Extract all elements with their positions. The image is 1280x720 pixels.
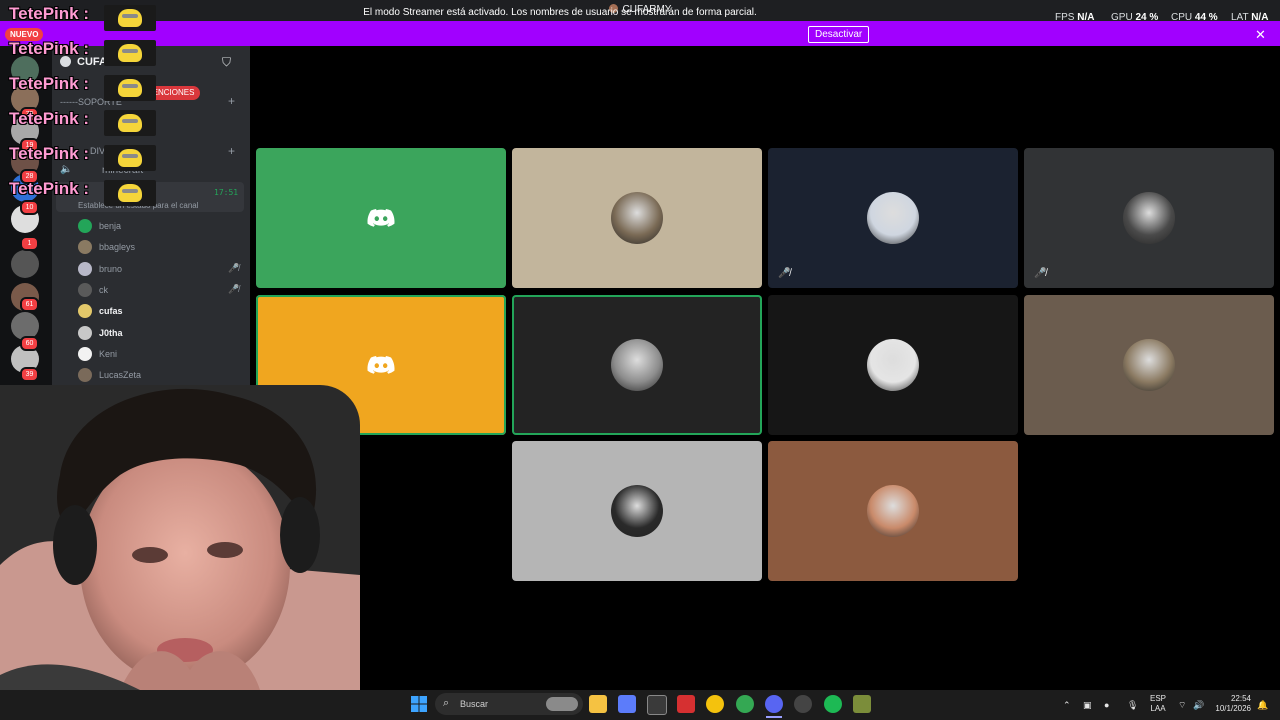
search-highlight-icon xyxy=(546,697,578,711)
participant-avatar xyxy=(867,339,919,391)
participant-tile[interactable] xyxy=(512,441,762,581)
participant-avatar xyxy=(1123,192,1175,244)
muted-icon: 🎤̸ xyxy=(228,283,240,294)
invite-icon[interactable]: ⛉ xyxy=(222,55,231,70)
participant-tile[interactable] xyxy=(1024,295,1274,435)
volume-icon[interactable]: 🔊 xyxy=(1193,700,1204,711)
search-placeholder: Buscar xyxy=(460,699,489,709)
close-icon[interactable]: ✕ xyxy=(1255,27,1266,43)
avatar xyxy=(78,325,92,340)
start-icon[interactable] xyxy=(410,695,428,713)
chat-message: TetePink : xyxy=(9,74,89,93)
unread-badge: 39 xyxy=(20,367,39,382)
tray-chevron-icon[interactable]: ⌃ xyxy=(1063,700,1071,711)
participant-tile[interactable] xyxy=(768,441,1018,581)
unread-badge: 60 xyxy=(20,336,39,351)
unread-badge: 1 xyxy=(20,236,39,251)
minion-emote-icon xyxy=(104,180,156,206)
new-badge: NUEVO xyxy=(5,28,44,41)
store-icon[interactable] xyxy=(647,695,667,715)
voice-timer: 17:51 xyxy=(214,188,239,197)
muted-icon: 🎤̸ xyxy=(778,268,791,279)
member-name: bruno xyxy=(99,263,123,274)
chat-message: TetePink : xyxy=(9,179,89,198)
language-indicator[interactable]: ESP LAA xyxy=(1150,694,1166,714)
chrome-icon[interactable] xyxy=(706,695,724,713)
muted-icon: 🎤̸ xyxy=(228,262,240,273)
participant-tile[interactable] xyxy=(256,148,506,288)
participant-avatar xyxy=(611,339,663,391)
participant-avatar xyxy=(867,192,919,244)
chrome-profile-icon[interactable] xyxy=(736,695,754,713)
avatar xyxy=(78,282,92,297)
member-name: ck xyxy=(99,284,108,295)
tray-app-icon[interactable]: ▣ xyxy=(1083,700,1092,711)
wps-icon[interactable] xyxy=(677,695,695,713)
streamer-mode-banner xyxy=(0,21,1280,46)
app-icon[interactable] xyxy=(853,695,871,713)
discord-logo-icon xyxy=(365,202,397,234)
member-name: benja xyxy=(99,221,122,231)
minion-emote-icon xyxy=(104,40,156,66)
search-icon: ⌕ xyxy=(443,697,450,709)
add-channel-icon[interactable]: + xyxy=(228,94,235,108)
participant-tile[interactable] xyxy=(512,295,762,435)
server-icon[interactable] xyxy=(11,250,39,278)
member-name: Keni xyxy=(99,348,118,359)
tray-app-icon[interactable]: ● xyxy=(1104,700,1109,710)
minion-emote-icon xyxy=(104,75,156,101)
webcam-overlay xyxy=(0,385,360,690)
member-name: bbagleys xyxy=(99,242,136,253)
member-name: J0tha xyxy=(99,327,123,338)
chat-message: TetePink : xyxy=(9,109,89,128)
chat-message: TetePink : xyxy=(9,4,89,23)
discord-taskbar-icon[interactable] xyxy=(765,695,783,713)
spotify-icon[interactable] xyxy=(824,695,842,713)
avatar xyxy=(78,346,92,361)
participant-tile[interactable]: 🎤̸ xyxy=(768,148,1018,288)
member-name: LucasZeta xyxy=(99,370,142,381)
wifi-icon[interactable]: ⌔ xyxy=(1178,700,1186,711)
chat-message: TetePink : xyxy=(9,144,89,163)
obs-icon[interactable] xyxy=(794,695,812,713)
muted-icon: 🎤̸ xyxy=(1034,268,1047,279)
active-app-indicator xyxy=(766,716,782,718)
microphone-icon[interactable]: 🎙 xyxy=(1127,700,1138,711)
copilot-icon[interactable] xyxy=(618,695,636,713)
avatar xyxy=(78,368,92,383)
avatar xyxy=(78,261,92,276)
avatar xyxy=(78,219,92,233)
unread-badge: 61 xyxy=(20,297,39,312)
clock[interactable]: 22:54 10/1/2026 xyxy=(1213,694,1251,714)
participant-tile[interactable] xyxy=(512,148,762,288)
deactivate-button[interactable]: Desactivar xyxy=(808,26,870,43)
participant-tile[interactable]: 🎤̸ xyxy=(1024,148,1274,288)
minion-emote-icon xyxy=(104,145,156,171)
file-explorer-icon[interactable] xyxy=(589,695,607,713)
banner-text: El modo Streamer está activado. Los nomb… xyxy=(363,7,757,18)
participant-tile[interactable] xyxy=(768,295,1018,435)
notifications-icon[interactable]: 🔔 xyxy=(1257,700,1268,711)
speaker-icon: 🔈 xyxy=(60,164,73,175)
discord-logo-icon xyxy=(365,349,397,381)
participant-avatar xyxy=(611,485,663,537)
add-channel-icon[interactable]: + xyxy=(228,144,235,158)
participant-avatar xyxy=(867,485,919,537)
chat-message: TetePink : xyxy=(9,39,89,58)
minion-emote-icon xyxy=(104,110,156,136)
minion-emote-icon xyxy=(104,5,156,31)
streamer-face-image xyxy=(0,385,360,690)
participant-avatar xyxy=(611,192,663,244)
participant-avatar xyxy=(1123,339,1175,391)
member-name: cufas xyxy=(99,306,123,317)
unread-badge: 10 xyxy=(20,200,39,215)
